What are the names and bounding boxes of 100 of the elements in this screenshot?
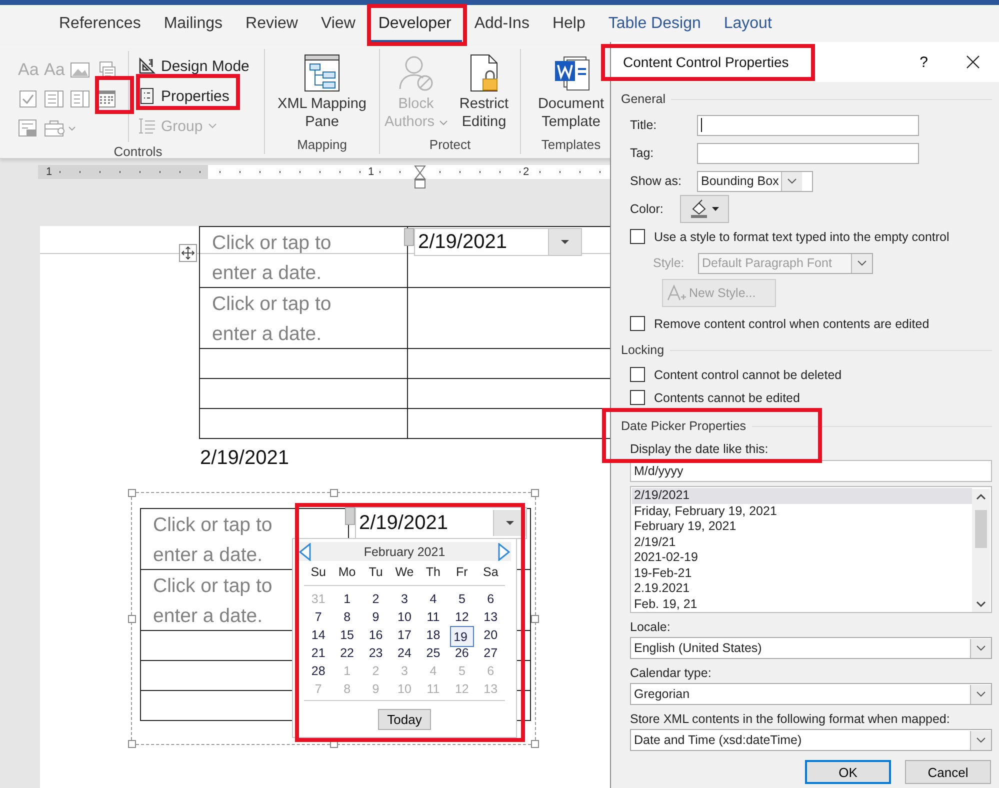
ribbon-tab[interactable]: Add-Ins <box>463 7 540 43</box>
close-icon[interactable] <box>966 55 980 69</box>
calendar-day[interactable]: 13 <box>478 608 503 626</box>
ribbon-tab[interactable]: Review <box>234 7 309 43</box>
picture-icon[interactable] <box>70 60 90 78</box>
title-field[interactable] <box>697 114 919 136</box>
locale-dropdown[interactable]: English (United States) <box>630 637 992 659</box>
form-icon[interactable] <box>18 118 38 136</box>
scrollbar[interactable] <box>972 489 990 612</box>
list-item[interactable]: Friday, February 19, 2021 <box>632 504 972 519</box>
calendar-day[interactable]: 11 <box>420 608 446 626</box>
xml-format-dropdown[interactable]: Date and Time (xsd:dateTime) <box>630 729 992 751</box>
calendar-day[interactable]: 16 <box>363 626 388 644</box>
calendar-day[interactable]: 24 <box>392 644 417 662</box>
checkbox-label: Use a style to format text typed into the empty control <box>654 230 950 244</box>
calendar-day[interactable]: 18 <box>420 626 446 644</box>
help-button[interactable]: ? <box>920 54 928 70</box>
calendar-day[interactable]: 9 <box>363 608 388 626</box>
design-mode-button[interactable]: Design Mode <box>135 53 252 79</box>
previous-month-icon[interactable] <box>298 542 312 560</box>
date-picker-field[interactable]: 2/19/2021 <box>355 507 527 539</box>
calendar-day[interactable]: 10 <box>392 608 417 626</box>
group-label: Protect <box>428 137 472 154</box>
show-as-dropdown[interactable]: Bounding Box <box>697 170 813 192</box>
next-month-icon[interactable] <box>497 542 511 560</box>
calendar-day[interactable]: 6 <box>478 590 503 608</box>
tag-field[interactable] <box>697 142 919 164</box>
checkbox[interactable] <box>630 316 645 331</box>
calendar-day[interactable]: 1 <box>334 590 360 608</box>
section-heading: Date Picker Properties <box>621 419 746 433</box>
checkbox[interactable] <box>630 229 645 244</box>
calendar-day[interactable]: 21 <box>306 644 331 662</box>
date-placeholder[interactable]: Click or tap to enter a date. <box>212 289 362 349</box>
ribbon-tab[interactable]: References <box>48 7 152 43</box>
calendar-day[interactable]: 28 <box>306 662 331 680</box>
move-handle-icon[interactable] <box>179 244 197 262</box>
calendar-day[interactable]: 12 <box>450 608 474 626</box>
weekday-label: Fr <box>455 564 469 581</box>
restrict-editing-button[interactable]: Restrict Editing <box>450 51 518 135</box>
indent-marker-icon[interactable] <box>414 165 426 189</box>
list-icon[interactable] <box>70 90 90 108</box>
cancel-button[interactable]: Cancel <box>905 760 991 784</box>
list-item[interactable]: February 19, 2021 <box>632 519 972 534</box>
calendar-day[interactable]: 22 <box>334 644 360 662</box>
today-button[interactable]: Today <box>378 709 431 730</box>
field-label: Tag: <box>630 146 655 160</box>
ribbon-tab[interactable]: View <box>310 7 366 43</box>
month-title: February 2021 <box>364 544 446 558</box>
list-item[interactable]: 2/19/2021 <box>632 488 972 504</box>
grip-handle[interactable] <box>345 507 355 525</box>
list-item[interactable]: Feb. 19, 21 <box>632 596 972 612</box>
field-label: Style: <box>653 256 686 270</box>
calendar-day[interactable]: 7 <box>306 608 331 626</box>
properties-button[interactable]: Properties <box>135 83 252 109</box>
list-item[interactable]: 19-Feb-21 <box>632 566 972 581</box>
date-picker-field[interactable]: 2/19/2021 <box>414 228 582 256</box>
calendar-day[interactable]: 25 <box>420 644 446 662</box>
calendar-day[interactable]: 8 <box>334 608 360 626</box>
calendar-day[interactable]: 14 <box>306 626 331 644</box>
list-item[interactable]: 2/19/21 <box>632 534 972 550</box>
checkbox-icon[interactable] <box>18 90 38 108</box>
calendar-day[interactable]: 2 <box>363 590 388 608</box>
calendar-day[interactable]: 20 <box>478 626 503 644</box>
list-item[interactable]: 2.19.2021 <box>632 581 972 596</box>
ribbon-tab[interactable]: Help <box>541 7 596 43</box>
chevron-icon <box>857 260 867 266</box>
list-icon[interactable] <box>44 90 64 108</box>
toolbox-icon[interactable] <box>44 118 78 136</box>
list-item[interactable]: 2021-02-19 <box>632 550 972 566</box>
checkbox[interactable] <box>630 367 645 382</box>
calendar-day[interactable]: 3 <box>392 590 417 608</box>
calendar-day[interactable]: 4 <box>420 590 446 608</box>
calendar-day[interactable]: 17 <box>392 626 417 644</box>
weekday-label: Sa <box>482 564 500 581</box>
calendar-day[interactable]: 5 <box>450 590 474 608</box>
ribbon-tab[interactable]: Table Design <box>597 7 712 43</box>
calendar-day[interactable]: 23 <box>363 644 388 662</box>
ribbon-tab[interactable]: Mailings <box>152 7 234 43</box>
date-format-list[interactable]: 2/19/2021 Friday, February 19, 2021 February 19, 2021 2/19/21 2021-02-19 19-Feb-21 2.19.2021 Feb. 19, 21 <box>630 486 992 613</box>
calendar-icon[interactable] <box>96 90 116 108</box>
calendar-type-dropdown[interactable]: Gregorian <box>630 683 992 705</box>
ok-button[interactable]: OK <box>805 760 891 784</box>
date-format-field[interactable]: M/d/yyyy <box>630 460 992 482</box>
color-button[interactable] <box>680 195 729 223</box>
weekday-label: Su <box>310 564 327 581</box>
calendar-day[interactable]: 15 <box>334 626 360 644</box>
date-placeholder[interactable]: Click or tap to enter a date. <box>212 228 362 288</box>
calendar-day[interactable]: 26 <box>450 644 474 662</box>
weekday-label: Mo <box>337 564 357 581</box>
checkbox-label: Content control cannot be deleted <box>654 368 842 382</box>
checkbox[interactable] <box>630 390 645 405</box>
grip-handle[interactable] <box>404 228 414 246</box>
chevron-icon <box>976 737 986 743</box>
ribbon-tab[interactable]: Developer <box>367 7 462 43</box>
calendar-day[interactable]: 27 <box>478 644 503 662</box>
xml-mapping-pane-button[interactable]: XML Mapping Pane <box>271 51 373 135</box>
calendar-day[interactable]: 19 <box>450 626 474 647</box>
field-label: Color: <box>630 202 664 216</box>
properties-icon <box>138 87 156 105</box>
ribbon-tab[interactable]: Layout <box>712 7 783 43</box>
